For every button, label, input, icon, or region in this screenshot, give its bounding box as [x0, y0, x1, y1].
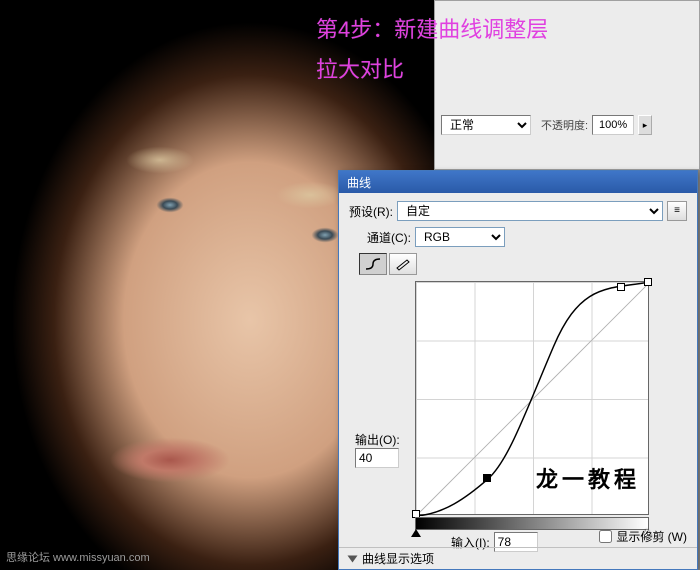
- blend-mode-select[interactable]: 正常: [441, 115, 531, 135]
- curves-grid[interactable]: 龙一教程: [415, 281, 649, 515]
- show-clip-row: 显示修剪 (W): [599, 528, 687, 545]
- curve-tool-pencil[interactable]: [389, 253, 417, 275]
- chevron-down-icon: [348, 555, 358, 562]
- black-slider[interactable]: [411, 529, 421, 537]
- show-clip-checkbox[interactable]: [599, 530, 612, 543]
- curve-point-highlight[interactable]: [617, 283, 625, 291]
- pencil-icon: [394, 257, 412, 271]
- dialog-title: 曲线: [347, 176, 371, 190]
- step-line1: 第4步：新建曲线调整层: [316, 10, 548, 50]
- curves-chart-area: 输出(O): 龙一教程: [415, 281, 687, 515]
- page-watermark: 思缘论坛 www.missyuan.com: [6, 549, 150, 565]
- preset-label: 预设(R):: [349, 203, 393, 220]
- chart-watermark: 龙一教程: [536, 462, 640, 494]
- output-label: 输出(O):: [355, 431, 400, 448]
- dialog-titlebar[interactable]: 曲线: [339, 171, 697, 193]
- channel-select[interactable]: RGB: [415, 227, 505, 247]
- curve-tool-smooth[interactable]: [359, 253, 387, 275]
- output-value-input[interactable]: [355, 448, 399, 468]
- expand-label: 曲线显示选项: [362, 550, 434, 567]
- curve-point-white[interactable]: [644, 278, 652, 286]
- curves-dialog: 曲线 预设(R): 自定 ≡ 通道(C): RGB 输出: [338, 170, 698, 570]
- preset-select[interactable]: 自定: [397, 201, 663, 221]
- step-annotation: 第4步：新建曲线调整层 拉大对比: [316, 10, 548, 89]
- channel-label: 通道(C):: [367, 229, 411, 246]
- display-options-expander[interactable]: 曲线显示选项: [339, 547, 697, 569]
- preset-menu-button[interactable]: ≡: [667, 201, 687, 221]
- curve-point-selected[interactable]: [483, 474, 491, 482]
- opacity-input[interactable]: [592, 115, 634, 135]
- step-line2: 拉大对比: [316, 50, 548, 90]
- show-clip-label: 显示修剪 (W): [616, 528, 687, 545]
- output-block: 输出(O):: [355, 431, 400, 468]
- opacity-dropdown-arrow[interactable]: ▸: [638, 115, 652, 135]
- opacity-label: 不透明度:: [541, 117, 588, 133]
- curve-icon: [364, 257, 382, 271]
